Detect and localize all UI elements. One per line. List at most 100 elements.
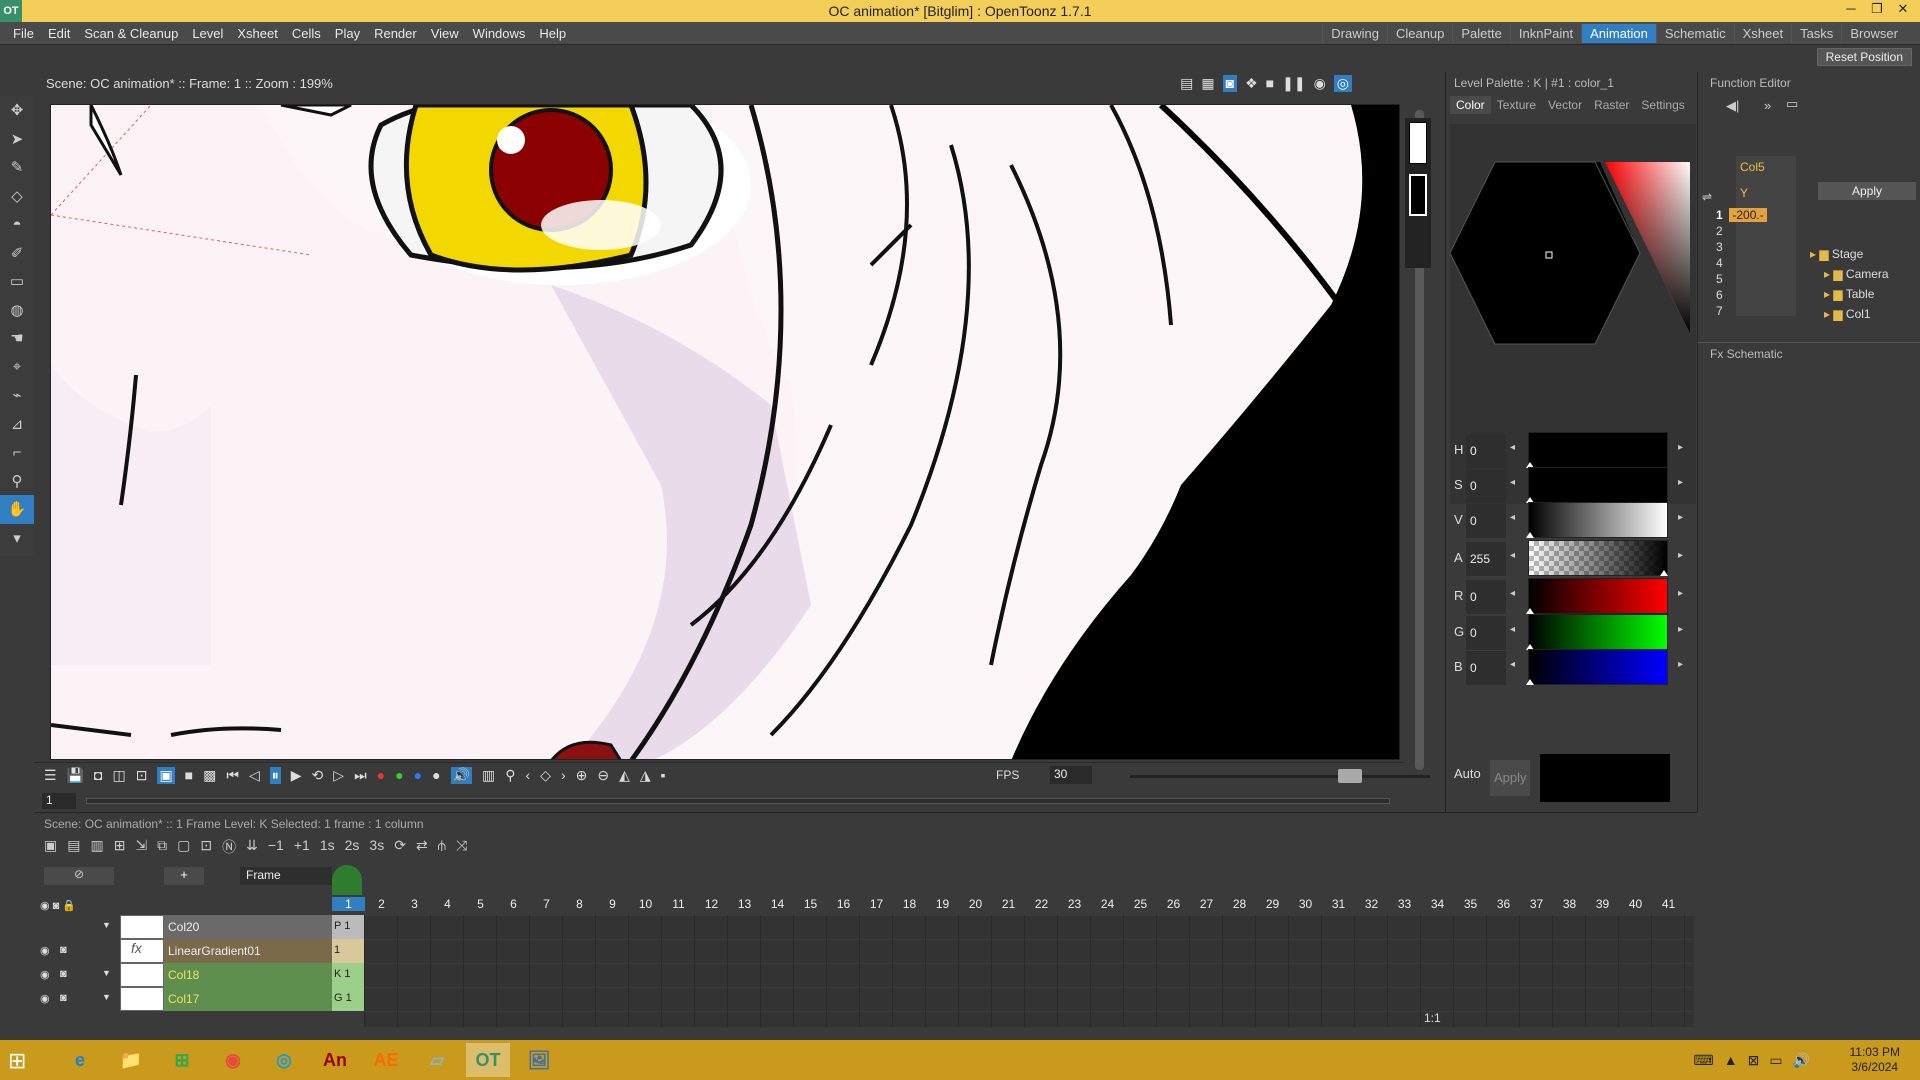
window-toggle-icon[interactable]: ▭ bbox=[1786, 96, 1798, 112]
menu-xsheet[interactable]: Xsheet bbox=[230, 26, 284, 41]
frame-number[interactable]: 24 bbox=[1091, 897, 1124, 911]
swap-icon[interactable]: ⇄ bbox=[416, 837, 428, 857]
step-icon[interactable]: Ⓝ bbox=[222, 837, 236, 857]
pause-icon[interactable]: ⏸ bbox=[269, 767, 281, 784]
frame-number[interactable]: 31 bbox=[1322, 897, 1355, 911]
room-tab-browser[interactable]: Browser bbox=[1841, 24, 1906, 43]
decrement-arrow-icon[interactable]: ◂ bbox=[1510, 659, 1515, 670]
reframe-2s-icon[interactable]: 2s bbox=[345, 837, 360, 857]
menu-edit[interactable]: Edit bbox=[41, 26, 77, 41]
tape-tool-icon[interactable]: ◍ bbox=[0, 296, 34, 325]
palette-tab-color[interactable]: Color bbox=[1450, 96, 1491, 114]
layer-cell[interactable]: 1 bbox=[332, 939, 364, 963]
frame-number[interactable]: 16 bbox=[827, 897, 860, 911]
function-row[interactable]: 6 bbox=[1698, 288, 1796, 304]
menu-file[interactable]: File bbox=[6, 26, 41, 41]
taskbar-edge-icon[interactable]: ◎ bbox=[262, 1043, 306, 1077]
hand-tool-icon[interactable]: ✋ bbox=[0, 495, 34, 524]
channel-value-field[interactable]: 0 bbox=[1466, 580, 1506, 614]
close-button[interactable]: ✕ bbox=[1890, 1, 1916, 17]
frame-number[interactable]: 4 bbox=[431, 897, 464, 911]
increment-arrow-icon[interactable]: ▸ bbox=[1678, 624, 1683, 635]
restore-button[interactable]: ❐ bbox=[1864, 1, 1890, 17]
freeze-icon[interactable]: ❚❚ bbox=[1282, 75, 1305, 92]
expand-arrow-icon[interactable]: ▼ bbox=[102, 992, 111, 1002]
frame-number[interactable]: 39 bbox=[1586, 897, 1619, 911]
zoom-out-icon[interactable]: ⊖ bbox=[597, 767, 609, 784]
frame-number[interactable]: 1 bbox=[332, 897, 365, 911]
channel-value-field[interactable]: 0 bbox=[1466, 504, 1506, 538]
white-bg-icon[interactable]: ▣ bbox=[157, 767, 175, 784]
palette-tab-texture[interactable]: Texture bbox=[1491, 96, 1542, 114]
room-tab-inknpaint[interactable]: InknPaint bbox=[1509, 24, 1581, 43]
frame-number[interactable]: 14 bbox=[761, 897, 794, 911]
first-frame-icon[interactable]: ⏮ bbox=[226, 767, 239, 784]
palette-tab-raster[interactable]: Raster bbox=[1588, 96, 1635, 114]
green-channel-icon[interactable]: ● bbox=[395, 767, 403, 784]
frame-slider[interactable] bbox=[86, 798, 1390, 804]
frame-number[interactable]: 33 bbox=[1388, 897, 1421, 911]
frame-mode-dropdown[interactable]: Frame bbox=[240, 867, 332, 885]
frame-number[interactable]: 36 bbox=[1487, 897, 1520, 911]
tray-up-icon[interactable]: ▲ bbox=[1724, 1052, 1738, 1069]
alpha-channel-icon[interactable]: ● bbox=[432, 767, 440, 784]
xsheet-layer[interactable]: ◉ ◙ ▼ Col17 G 1 bbox=[34, 987, 364, 1011]
channel-gradient-slider[interactable] bbox=[1528, 578, 1668, 614]
flip-v-icon[interactable]: ◮ bbox=[640, 767, 651, 784]
menu-scan-cleanup[interactable]: Scan & Cleanup bbox=[77, 26, 185, 41]
split-icon[interactable]: ⫛ bbox=[438, 837, 446, 857]
room-tab-animation[interactable]: Animation bbox=[1581, 24, 1656, 43]
frame-number[interactable]: 27 bbox=[1190, 897, 1223, 911]
channel-gradient-slider[interactable] bbox=[1528, 540, 1668, 576]
function-row[interactable]: 2 bbox=[1698, 224, 1796, 240]
current-frame-marker[interactable] bbox=[332, 865, 362, 895]
palette-tab-vector[interactable]: Vector bbox=[1542, 96, 1588, 114]
duplicate-icon[interactable]: ⧉ bbox=[157, 837, 167, 857]
channel-value-field[interactable]: 0 bbox=[1466, 651, 1506, 685]
insert-icon[interactable]: ⊞ bbox=[114, 837, 126, 857]
frame-number[interactable]: 10 bbox=[629, 897, 662, 911]
expand-icon[interactable]: » bbox=[1764, 98, 1771, 113]
next-key-icon[interactable]: › bbox=[561, 767, 566, 784]
taskbar-notes-icon[interactable]: ▱ bbox=[415, 1043, 459, 1077]
room-tab-schematic[interactable]: Schematic bbox=[1655, 24, 1734, 43]
frame-number[interactable]: 28 bbox=[1223, 897, 1256, 911]
expand-arrow-icon[interactable]: ▼ bbox=[102, 968, 111, 978]
menu-level[interactable]: Level bbox=[185, 26, 230, 41]
camstand-toggle-icon[interactable]: ◙ bbox=[60, 944, 67, 956]
function-row[interactable]: 5 bbox=[1698, 272, 1796, 288]
control-point-tool-icon[interactable]: ⌐ bbox=[0, 438, 34, 467]
fps-field[interactable]: 30 bbox=[1050, 766, 1092, 784]
frame-number[interactable]: 30 bbox=[1289, 897, 1322, 911]
frame-number[interactable]: 26 bbox=[1157, 897, 1190, 911]
loop-icon[interactable]: ⟲ bbox=[312, 767, 324, 784]
preview-icon[interactable]: ◉ bbox=[1314, 75, 1326, 92]
xsheet-layer[interactable]: ◉ ◙ fx LinearGradient01 1 bbox=[34, 939, 364, 963]
menu-play[interactable]: Play bbox=[328, 26, 367, 41]
palette-tab-settings[interactable]: Settings bbox=[1635, 96, 1690, 114]
zoom-in-icon[interactable]: ⊕ bbox=[576, 767, 588, 784]
increment-arrow-icon[interactable]: ▸ bbox=[1678, 512, 1683, 523]
new-level-icon[interactable]: ▣ bbox=[44, 837, 57, 857]
preview-visible-icon[interactable]: ◉ ◙ 🔒 bbox=[40, 899, 76, 912]
frame-number[interactable]: 20 bbox=[959, 897, 992, 911]
black-bg-icon[interactable]: ■ bbox=[185, 767, 193, 784]
decrement-arrow-icon[interactable]: ◂ bbox=[1510, 624, 1515, 635]
3d-view-icon[interactable]: ❖ bbox=[1245, 75, 1258, 92]
function-row[interactable]: 7 bbox=[1698, 304, 1796, 320]
fill-tool-icon[interactable]: ◓ bbox=[0, 210, 34, 239]
decrement-arrow-icon[interactable]: ◂ bbox=[1510, 512, 1515, 523]
red-channel-icon[interactable]: ● bbox=[377, 767, 385, 784]
increment-icon[interactable]: ⇊ bbox=[246, 837, 258, 857]
export-icon[interactable]: ⇲ bbox=[135, 837, 147, 857]
keyframe-value[interactable]: -200.- bbox=[1729, 208, 1767, 222]
taskbar-file-explorer-icon[interactable]: 📁 bbox=[109, 1043, 153, 1077]
frame-number[interactable]: 9 bbox=[596, 897, 629, 911]
key-icon[interactable]: ◇ bbox=[540, 767, 551, 784]
decrement-arrow-icon[interactable]: ◂ bbox=[1510, 550, 1515, 561]
prev-key-icon[interactable]: ‹ bbox=[525, 767, 530, 784]
menu-render[interactable]: Render bbox=[367, 26, 424, 41]
tree-node-stage[interactable]: ▸ ▆ Stage bbox=[1810, 244, 1920, 264]
layer-cell[interactable]: K 1 bbox=[332, 963, 364, 987]
animate-tool-icon[interactable]: ✥ bbox=[0, 96, 34, 125]
